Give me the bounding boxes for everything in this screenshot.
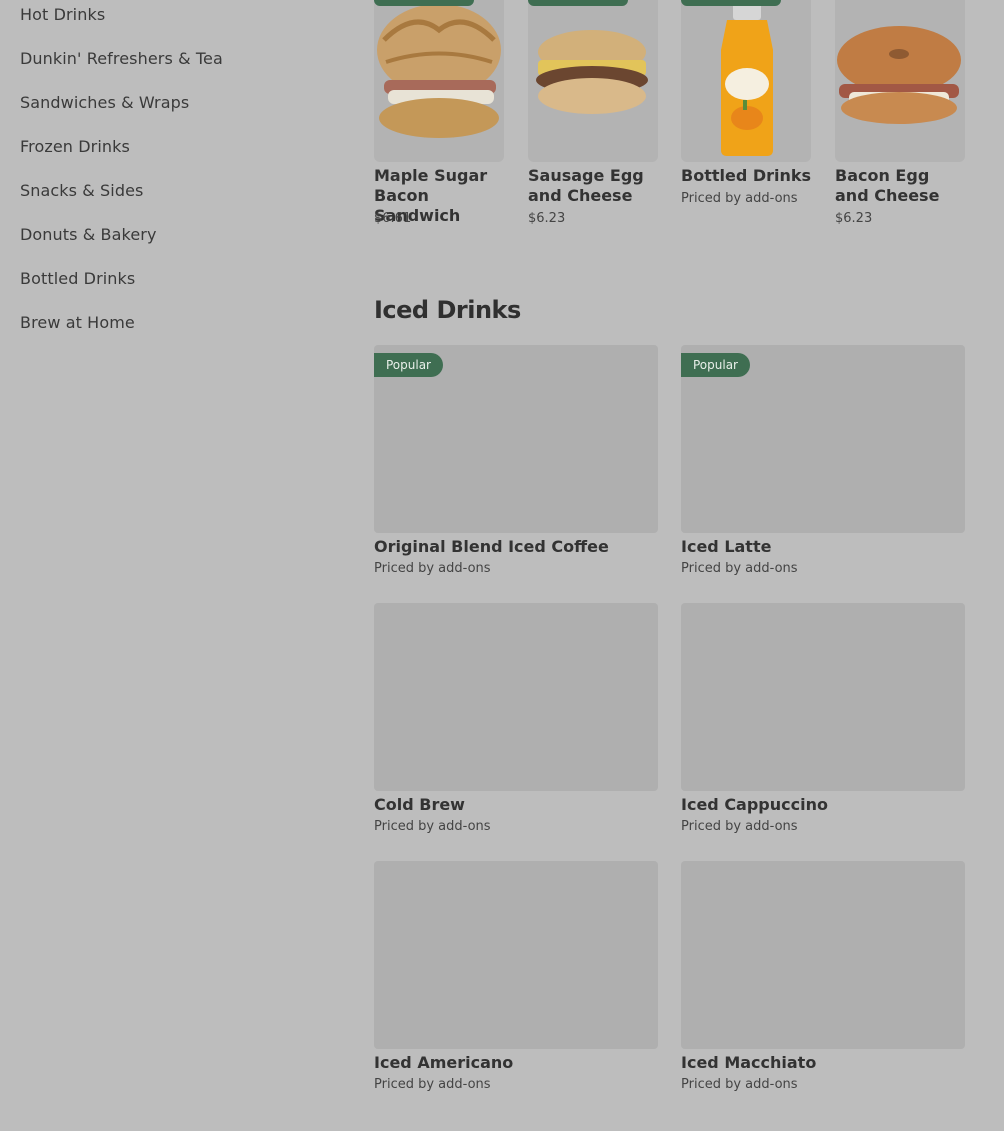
popular-badge bbox=[528, 0, 628, 6]
item-image-placeholder bbox=[681, 861, 965, 1049]
item-price: Priced by add-ons bbox=[374, 819, 491, 834]
sidebar-item-bottled-drinks[interactable]: Bottled Drinks bbox=[20, 269, 135, 288]
item-price: Priced by add-ons bbox=[681, 191, 798, 206]
item-name: Original Blend Iced Coffee bbox=[374, 537, 609, 556]
popular-badge bbox=[681, 0, 781, 6]
section-title-iced-drinks: Iced Drinks bbox=[374, 296, 521, 324]
sidebar-item-donuts-bakery[interactable]: Donuts & Bakery bbox=[20, 225, 157, 244]
orange-juice-bottle-image bbox=[681, 0, 811, 162]
sidebar-item-frozen-drinks[interactable]: Frozen Drinks bbox=[20, 137, 130, 156]
item-image-placeholder bbox=[681, 603, 965, 791]
item-name: Bacon Egg and Cheese bbox=[835, 166, 940, 205]
item-image-placeholder bbox=[374, 603, 658, 791]
sidebar-item-snacks-sides[interactable]: Snacks & Sides bbox=[20, 181, 144, 200]
popular-badge: Popular bbox=[374, 353, 443, 377]
item-name: Iced Macchiato bbox=[681, 1053, 817, 1072]
item-price: $6.61 bbox=[374, 211, 412, 226]
item-name: Bottled Drinks bbox=[681, 166, 812, 185]
english-muffin-sandwich-image bbox=[528, 0, 658, 162]
sidebar-item-refreshers-tea[interactable]: Dunkin' Refreshers & Tea bbox=[20, 49, 223, 68]
popular-badge: Popular bbox=[681, 353, 750, 377]
item-price: $6.23 bbox=[528, 211, 566, 226]
bagel-sandwich-image bbox=[835, 0, 965, 162]
sidebar-item-brew-at-home[interactable]: Brew at Home bbox=[20, 313, 135, 332]
croissant-sandwich-image bbox=[374, 0, 504, 162]
item-price: Priced by add-ons bbox=[374, 561, 491, 576]
item-name: Cold Brew bbox=[374, 795, 465, 814]
item-name: Iced Cappuccino bbox=[681, 795, 828, 814]
item-image-placeholder bbox=[374, 861, 658, 1049]
popular-badge bbox=[374, 0, 474, 6]
item-name: Sausage Egg and Cheese bbox=[528, 166, 644, 205]
item-price: Priced by add-ons bbox=[681, 819, 798, 834]
item-price: $6.23 bbox=[835, 211, 873, 226]
item-price: Priced by add-ons bbox=[681, 561, 798, 576]
item-name: Iced Latte bbox=[681, 537, 772, 556]
sidebar-item-hot-drinks[interactable]: Hot Drinks bbox=[20, 5, 105, 24]
item-price: Priced by add-ons bbox=[681, 1077, 798, 1092]
item-price: Priced by add-ons bbox=[374, 1077, 491, 1092]
sidebar-item-sandwiches-wraps[interactable]: Sandwiches & Wraps bbox=[20, 93, 189, 112]
item-name: Iced Americano bbox=[374, 1053, 514, 1072]
